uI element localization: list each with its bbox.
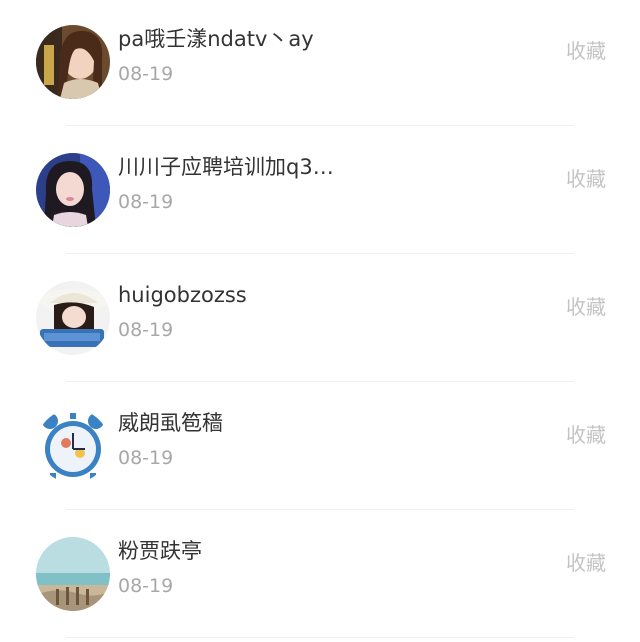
- favorite-button[interactable]: 收藏: [566, 294, 606, 320]
- item-meta: pa哦壬漾ndatv丶ay 08-19: [118, 26, 314, 86]
- girl-portrait-photo-icon: [36, 153, 110, 227]
- item-date: 08-19: [118, 575, 174, 597]
- user-name: huigobzozss: [118, 283, 247, 307]
- item-date: 08-19: [118, 63, 174, 85]
- avatar[interactable]: [36, 537, 110, 611]
- item-meta: 粉贾趺亭 08-19: [118, 538, 202, 598]
- item-meta: huigobzozss 08-19: [118, 282, 247, 342]
- avatar[interactable]: [36, 153, 110, 227]
- item-date: 08-19: [118, 319, 174, 341]
- alarm-clock-icon: [36, 409, 110, 483]
- item-date: 08-19: [118, 191, 174, 213]
- list-item[interactable]: 威朗虱笣穑 08-19 收藏: [0, 382, 640, 510]
- girl-with-scarf-photo-icon: [36, 25, 110, 99]
- avatar[interactable]: [36, 281, 110, 355]
- list-item[interactable]: pa哦壬漾ndatv丶ay 08-19 收藏: [0, 0, 640, 126]
- user-name: 威朗虱笣穑: [118, 411, 223, 435]
- item-date: 08-19: [118, 447, 174, 469]
- item-meta: 川川子应聘培训加q3… 08-19: [118, 154, 334, 214]
- user-name: 川川子应聘培训加q3…: [118, 155, 334, 179]
- list-item[interactable]: 川川子应聘培训加q3… 08-19 收藏: [0, 126, 640, 254]
- avatar[interactable]: [36, 409, 110, 483]
- favorite-list: pa哦壬漾ndatv丶ay 08-19 收藏 川川子应聘培训加q3… 08-19…: [0, 0, 640, 640]
- avatar[interactable]: [36, 25, 110, 99]
- list-item[interactable]: huigobzozss 08-19 收藏: [0, 254, 640, 382]
- favorite-button[interactable]: 收藏: [566, 422, 606, 448]
- girl-with-hat-photo-icon: [36, 281, 110, 355]
- favorite-button[interactable]: 收藏: [566, 550, 606, 576]
- user-name: 粉贾趺亭: [118, 539, 202, 563]
- list-item[interactable]: 粉贾趺亭 08-19 收藏: [0, 510, 640, 638]
- favorite-button[interactable]: 收藏: [566, 166, 606, 192]
- divider: [66, 637, 574, 638]
- user-name: pa哦壬漾ndatv丶ay: [118, 27, 314, 51]
- item-meta: 威朗虱笣穑 08-19: [118, 410, 223, 470]
- favorite-button[interactable]: 收藏: [566, 38, 606, 64]
- seaside-landscape-photo-icon: [36, 537, 110, 611]
